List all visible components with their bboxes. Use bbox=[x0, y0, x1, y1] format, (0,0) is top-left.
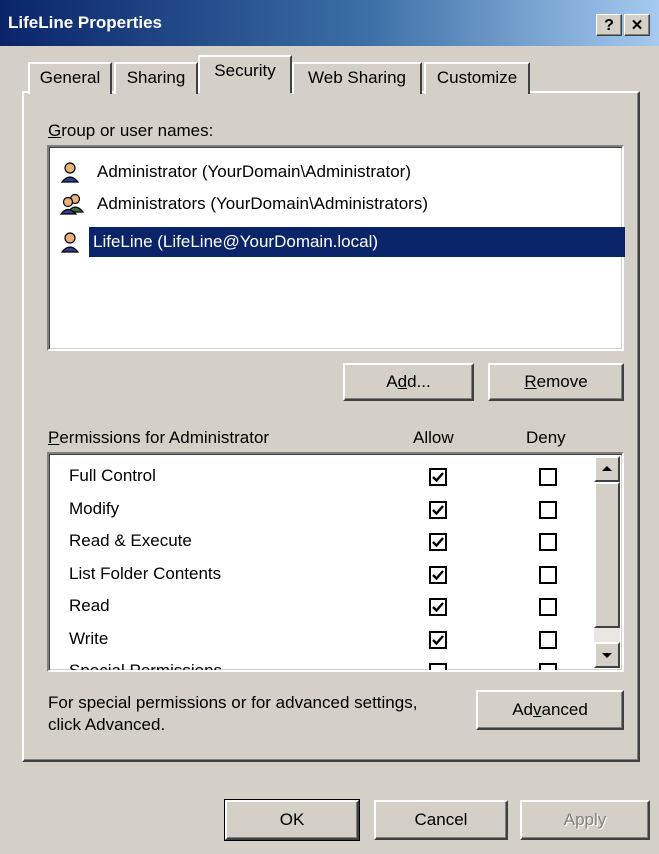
advanced-button-label: Advanced bbox=[512, 700, 588, 719]
list-item[interactable]: Administrators (YourDomain\Administrator… bbox=[59, 189, 432, 219]
cancel-button[interactable]: Cancel bbox=[374, 800, 508, 840]
tab-security-label: Security bbox=[214, 61, 276, 80]
permission-name: Read bbox=[69, 596, 110, 615]
add-button[interactable]: Add... bbox=[343, 363, 474, 401]
help-button[interactable]: ? bbox=[596, 14, 622, 36]
list-item-label: Administrators (YourDomain\Administrator… bbox=[97, 194, 428, 213]
permission-name: Modify bbox=[69, 498, 120, 518]
permission-row: Read & Execute bbox=[49, 529, 589, 562]
deny-checkbox[interactable] bbox=[539, 630, 557, 649]
permission-row: Special Permissions bbox=[49, 659, 589, 672]
permissions-label: Permissions for Administrator bbox=[48, 428, 270, 447]
list-item-label: LifeLine (LifeLine@YourDomain.local) bbox=[89, 227, 625, 257]
allow-checkbox[interactable] bbox=[429, 663, 447, 670]
permission-name: Full Control bbox=[69, 466, 156, 485]
permission-row: Read bbox=[49, 594, 589, 627]
allow-checkbox[interactable] bbox=[429, 500, 447, 519]
allow-checkbox[interactable] bbox=[429, 468, 447, 486]
user-icon bbox=[60, 162, 80, 183]
user-icon bbox=[60, 232, 80, 253]
add-button-label: Add... bbox=[386, 372, 431, 391]
group-icon bbox=[59, 193, 85, 215]
tab-customize-label: Customize bbox=[436, 68, 518, 87]
tab-general[interactable]: General bbox=[28, 62, 112, 94]
deny-checkbox[interactable] bbox=[539, 598, 557, 616]
list-item-selected[interactable]: LifeLine (LifeLine@YourDomain.local) bbox=[59, 227, 625, 257]
ok-button-label: OK bbox=[279, 810, 305, 829]
remove-button-label: Remove bbox=[524, 372, 588, 391]
allow-checkbox[interactable] bbox=[429, 533, 447, 551]
deny-checkbox[interactable] bbox=[539, 500, 557, 519]
close-button[interactable]: ✕ bbox=[624, 14, 650, 36]
tab-web-sharing-label: Web Sharing bbox=[308, 68, 406, 87]
permission-row: List Folder Contents bbox=[49, 562, 589, 595]
cancel-button-label: Cancel bbox=[414, 810, 468, 829]
deny-checkbox[interactable] bbox=[539, 663, 557, 670]
tab-web-sharing[interactable]: Web Sharing bbox=[292, 62, 422, 94]
window-title: LifeLine Properties bbox=[8, 13, 162, 32]
advanced-note-line2: click Advanced. bbox=[48, 715, 166, 734]
list-item[interactable]: Administrator (YourDomain\Administrator) bbox=[59, 157, 415, 187]
arrow-down-icon bbox=[602, 653, 612, 658]
remove-button[interactable]: Remove bbox=[488, 363, 624, 401]
permission-name: Write bbox=[69, 628, 109, 648]
permission-name: List Folder Contents bbox=[69, 563, 222, 583]
group-list-label: Group or user names: bbox=[48, 121, 213, 141]
permission-row: Write bbox=[49, 627, 589, 660]
apply-button[interactable]: Apply bbox=[520, 800, 650, 840]
allow-header: Allow bbox=[413, 428, 454, 447]
permission-name: Special Permissions bbox=[69, 661, 223, 672]
arrow-up-icon bbox=[602, 466, 612, 471]
group-list-label-text: roup or user names: bbox=[61, 121, 214, 140]
deny-checkbox[interactable] bbox=[539, 565, 557, 584]
deny-checkbox[interactable] bbox=[539, 468, 557, 486]
group-list-label-accel: G bbox=[48, 121, 62, 140]
advanced-note-line1: For special permissions or for advanced … bbox=[48, 693, 418, 712]
tab-security[interactable]: Security bbox=[198, 55, 292, 93]
scroll-down-button[interactable] bbox=[594, 642, 620, 668]
list-item-label: Administrator (YourDomain\Administrator) bbox=[97, 162, 411, 181]
title-bar[interactable]: LifeLine Properties ? ✕ bbox=[0, 0, 659, 46]
ok-button[interactable]: OK bbox=[224, 799, 360, 841]
scrollbar-thumb[interactable] bbox=[594, 482, 620, 628]
permission-name: Read & Execute bbox=[69, 531, 192, 550]
allow-checkbox[interactable] bbox=[429, 565, 447, 584]
tab-sharing-label: Sharing bbox=[126, 68, 186, 87]
advanced-button[interactable]: Advanced bbox=[476, 690, 624, 730]
properties-dialog: LifeLine Properties ? ✕ General Sharing … bbox=[0, 0, 659, 854]
tab-customize[interactable]: Customize bbox=[424, 62, 530, 94]
deny-checkbox[interactable] bbox=[539, 533, 557, 551]
scroll-up-button[interactable] bbox=[594, 456, 620, 482]
apply-button-label: Apply bbox=[563, 810, 607, 829]
deny-header: Deny bbox=[526, 428, 566, 447]
permission-row: Full Control bbox=[49, 464, 589, 497]
allow-checkbox[interactable] bbox=[429, 630, 447, 649]
group-user-list[interactable]: Administrator (YourDomain\Administrator)… bbox=[47, 145, 625, 351]
allow-checkbox[interactable] bbox=[429, 598, 447, 616]
permissions-list[interactable]: Full Control Modify Read & Execute List Fol… bbox=[47, 452, 624, 672]
permission-row: Modify bbox=[49, 497, 589, 530]
tab-general-label: General bbox=[39, 68, 101, 87]
tab-sharing[interactable]: Sharing bbox=[114, 62, 198, 94]
